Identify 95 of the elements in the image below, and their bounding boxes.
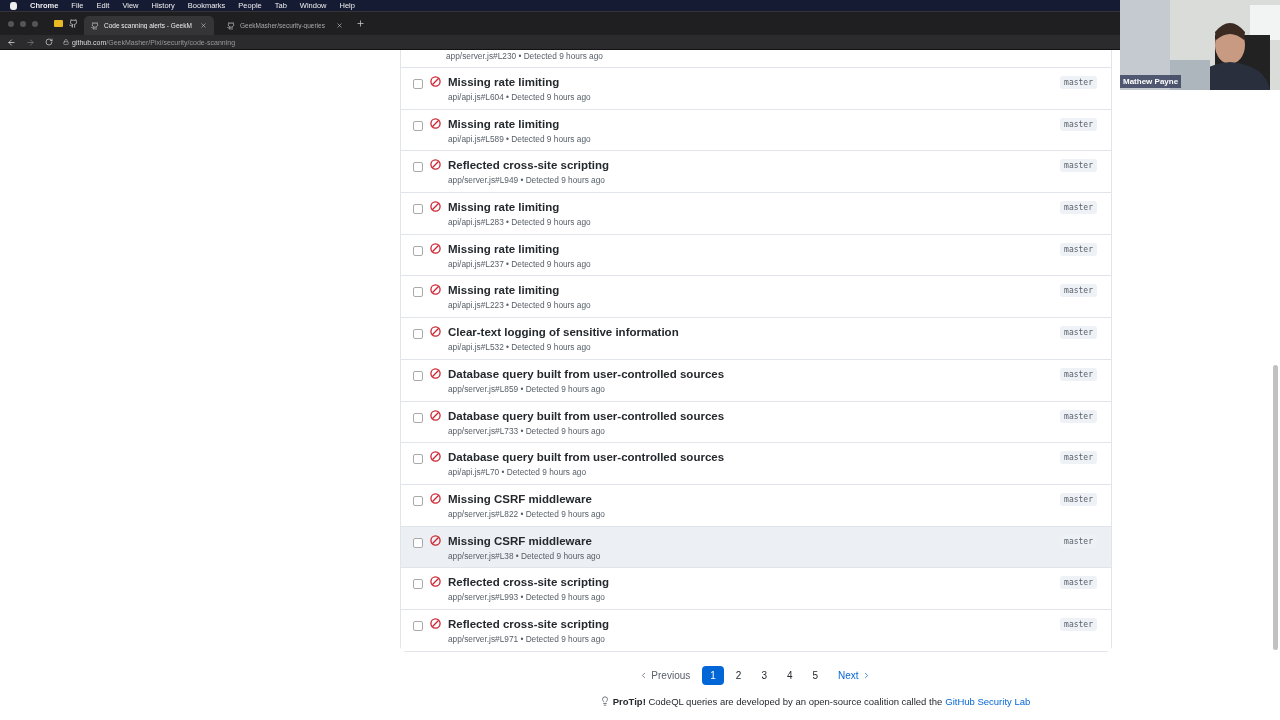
alert-title[interactable]: Missing CSRF middleware [448, 491, 1061, 506]
checkbox[interactable] [413, 329, 423, 340]
alert-meta: app/server.js#L822 • Detected 9 hours ago [448, 507, 606, 520]
branch-label: master [1060, 576, 1097, 590]
alert-title[interactable]: Reflected cross-site scripting [448, 158, 1061, 173]
blocked-icon [430, 242, 441, 254]
forward-icon[interactable] [26, 37, 35, 47]
alert-meta: app/server.js#L230 • Detected 9 hours ago [446, 50, 603, 62]
branch-label: master [1060, 159, 1097, 173]
alert-meta: app/server.js#L859 • Detected 9 hours ago [448, 382, 606, 395]
alert-title[interactable]: Missing rate limiting [448, 241, 1061, 256]
alert-title[interactable]: Database query built from user-controlled sources [448, 450, 1061, 465]
page-link[interactable]: 5 [804, 665, 827, 685]
checkbox[interactable] [413, 162, 423, 173]
blocked-icon [430, 159, 441, 171]
alert-meta: app/server.js#L949 • Detected 9 hours ago [448, 174, 606, 187]
branch-label: master [1060, 367, 1097, 381]
blocked-icon [430, 576, 441, 588]
checkbox[interactable] [413, 245, 423, 256]
branch-label: master [1060, 284, 1097, 298]
blocked-icon [430, 367, 441, 379]
github-icon [91, 21, 99, 30]
scrollbar-thumb[interactable] [1273, 365, 1278, 650]
alert-title[interactable]: Missing rate limiting [448, 200, 1061, 215]
alert-title[interactable]: Database query built from user-controlled sources [448, 366, 1061, 381]
alert-title[interactable]: Reflected cross-site scripting [448, 575, 1061, 590]
checkbox[interactable] [413, 287, 423, 298]
checkbox[interactable] [413, 537, 423, 548]
next-link[interactable]: Next [830, 665, 879, 685]
page-link[interactable]: 1 [702, 665, 724, 685]
branch-label: master [1060, 76, 1097, 89]
checkbox[interactable] [413, 620, 423, 631]
blocked-icon [430, 201, 441, 213]
pinned-tab-icon[interactable] [54, 20, 63, 27]
alert-title[interactable]: Missing CSRF middleware [448, 533, 1061, 548]
alert-meta: app/server.js#L38 • Detected 9 hours ago [448, 549, 602, 562]
alert-meta: app/server.js#L993 • Detected 9 hours ago [448, 591, 606, 604]
new-tab-icon[interactable] [356, 19, 365, 28]
alert-row[interactable]: Missing CSRF middleware app/server.js#L38 • Detected 9 hours ago master [401, 526, 1111, 569]
branch-label: master [1060, 242, 1097, 256]
blocked-icon [430, 534, 441, 546]
apple-icon[interactable] [10, 1, 17, 10]
alert-title[interactable]: Missing rate limiting [448, 116, 1061, 131]
alert-meta: api/api.js#L223 • Detected 9 hours ago [448, 299, 592, 312]
close-icon[interactable] [200, 22, 207, 29]
checkbox[interactable] [413, 120, 423, 131]
alert-meta: api/api.js#L604 • Detected 9 hours ago [448, 91, 592, 103]
alert-title[interactable]: Database query built from user-controlled sources [448, 408, 1061, 423]
branch-label: master [1060, 326, 1097, 340]
checkbox[interactable] [413, 412, 423, 423]
blocked-icon [430, 617, 441, 629]
github-icon[interactable] [69, 19, 78, 28]
branch-label: master [1060, 201, 1097, 215]
page-link[interactable]: 3 [753, 665, 775, 685]
checkbox[interactable] [413, 454, 423, 465]
blocked-icon [430, 492, 441, 504]
protip-text: ProTip! CodeQL queries are developed by an open-source coalition called the [612, 695, 943, 707]
lightbulb-icon [599, 696, 610, 707]
alert-title[interactable]: Clear-text logging of sensitive information [448, 325, 1061, 340]
checkbox[interactable] [413, 204, 423, 215]
branch-label: master [1060, 409, 1097, 423]
blocked-icon [430, 409, 441, 421]
blocked-icon [430, 76, 441, 87]
branch-label: master [1060, 617, 1097, 631]
alert-meta: api/api.js#L589 • Detected 9 hours ago [448, 132, 592, 145]
alert-meta: api/api.js#L283 • Detected 9 hours ago [448, 216, 592, 229]
page-link[interactable]: 4 [778, 665, 801, 685]
alert-meta: app/server.js#L733 • Detected 9 hours ago [448, 424, 606, 437]
blocked-icon [430, 326, 441, 338]
blocked-icon [430, 117, 441, 129]
checkbox[interactable] [413, 495, 423, 506]
alert-title[interactable]: Missing rate limiting [448, 75, 1061, 89]
branch-label: master [1060, 117, 1097, 131]
alert-meta: api/api.js#L237 • Detected 9 hours ago [448, 257, 592, 270]
blocked-icon [430, 284, 441, 296]
blocked-icon [430, 451, 441, 463]
security-lab-link[interactable]: GitHub Security Lab [945, 695, 1031, 707]
github-icon [227, 21, 235, 30]
alert-meta: api/api.js#L532 • Detected 9 hours ago [448, 341, 592, 354]
previous-link[interactable]: Previous [631, 665, 699, 685]
close-icon[interactable] [336, 22, 343, 29]
lock-icon [63, 39, 69, 45]
alert-meta: app/server.js#L971 • Detected 9 hours ago [448, 632, 606, 645]
branch-label: master [1060, 451, 1097, 465]
participant-name: Mathew Payne [1120, 75, 1182, 88]
alert-title[interactable]: Missing rate limiting [448, 283, 1061, 298]
back-icon[interactable] [7, 37, 16, 47]
page-link[interactable]: 2 [727, 665, 750, 685]
checkbox[interactable] [413, 79, 423, 89]
alert-meta: api/api.js#L70 • Detected 9 hours ago [448, 466, 588, 479]
checkbox[interactable] [413, 579, 423, 590]
checkbox[interactable] [413, 370, 423, 381]
alert-title[interactable]: Reflected cross-site scripting [448, 616, 1061, 631]
reload-icon[interactable] [45, 38, 53, 46]
branch-label: master [1060, 492, 1097, 506]
